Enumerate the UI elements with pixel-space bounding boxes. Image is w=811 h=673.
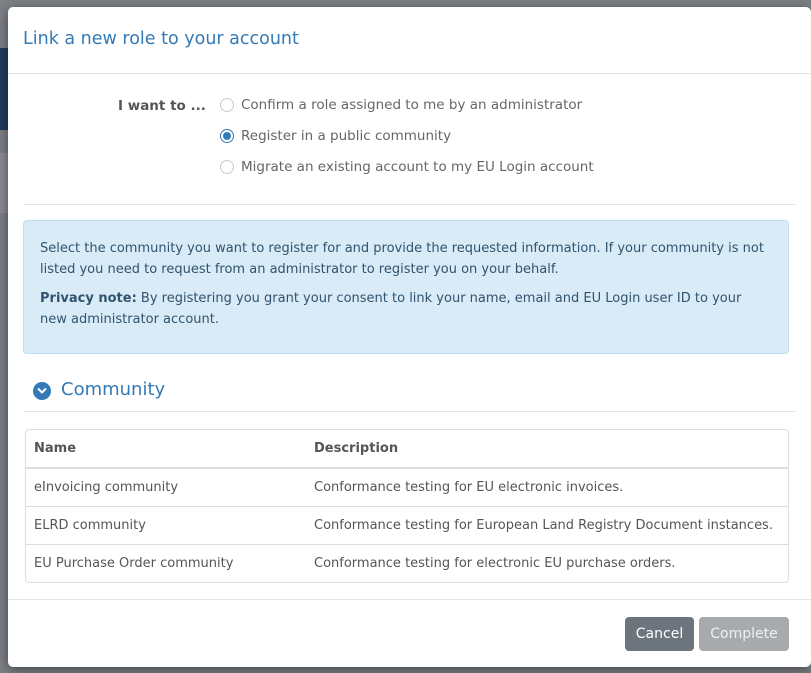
option-register-community[interactable]: Register in a public community bbox=[220, 126, 451, 146]
cell-name: ELRD community bbox=[26, 505, 306, 544]
modal-title: Link a new role to your account bbox=[23, 29, 299, 49]
option-label: Register in a public community bbox=[241, 128, 452, 144]
cell-description: Conformance testing for European Land Re… bbox=[306, 505, 788, 544]
section-title: Community bbox=[61, 379, 166, 400]
cell-name: EU Purchase Order community bbox=[26, 543, 306, 582]
info-alert: Select the community you want to registe… bbox=[23, 220, 789, 354]
modal-header: Link a new role to your account bbox=[8, 7, 811, 74]
complete-button[interactable]: Complete bbox=[699, 617, 789, 651]
table-header-row: Name Description bbox=[26, 430, 788, 469]
cell-description: Conformance testing for electronic EU pu… bbox=[306, 543, 788, 582]
table-row[interactable]: ELRD community Conformance testing for E… bbox=[26, 505, 788, 544]
column-header-description: Description bbox=[306, 430, 788, 469]
option-migrate-account[interactable]: Migrate an existing account to my EU Log… bbox=[220, 157, 594, 177]
choice-label: I want to ... bbox=[118, 98, 206, 114]
cell-description: Conformance testing for EU electronic in… bbox=[314, 479, 624, 495]
privacy-note-text: By registering you grant your consent to… bbox=[40, 291, 742, 327]
privacy-note-label: Privacy note: bbox=[40, 291, 137, 306]
table-row[interactable]: EU Purchase Order community Conformance … bbox=[26, 543, 788, 582]
link-role-modal: Link a new role to your account I want t… bbox=[8, 7, 811, 667]
radio-confirm-role[interactable] bbox=[220, 98, 234, 112]
option-label: Confirm a role assigned to me by an admi… bbox=[241, 97, 583, 113]
column-header-name: Name bbox=[26, 430, 306, 469]
chevron-down-icon[interactable] bbox=[33, 382, 51, 400]
cell-name: eInvoicing community bbox=[34, 479, 179, 495]
option-confirm-role[interactable]: Confirm a role assigned to me by an admi… bbox=[220, 95, 582, 115]
community-table: Name Description eInvoicing community Co… bbox=[25, 429, 789, 583]
info-text: Select the community you want to registe… bbox=[40, 241, 764, 277]
table-row[interactable]: eInvoicing community Conformance testing… bbox=[26, 468, 788, 506]
radio-register-community[interactable] bbox=[220, 129, 234, 143]
radio-migrate-account[interactable] bbox=[220, 160, 234, 174]
privacy-note: Privacy note: By registering you grant y… bbox=[40, 288, 772, 330]
cancel-button[interactable]: Cancel bbox=[625, 617, 694, 651]
divider bbox=[23, 204, 796, 205]
community-section-header[interactable]: Community bbox=[23, 375, 796, 412]
footer-divider bbox=[8, 599, 811, 600]
option-label: Migrate an existing account to my EU Log… bbox=[241, 159, 594, 175]
